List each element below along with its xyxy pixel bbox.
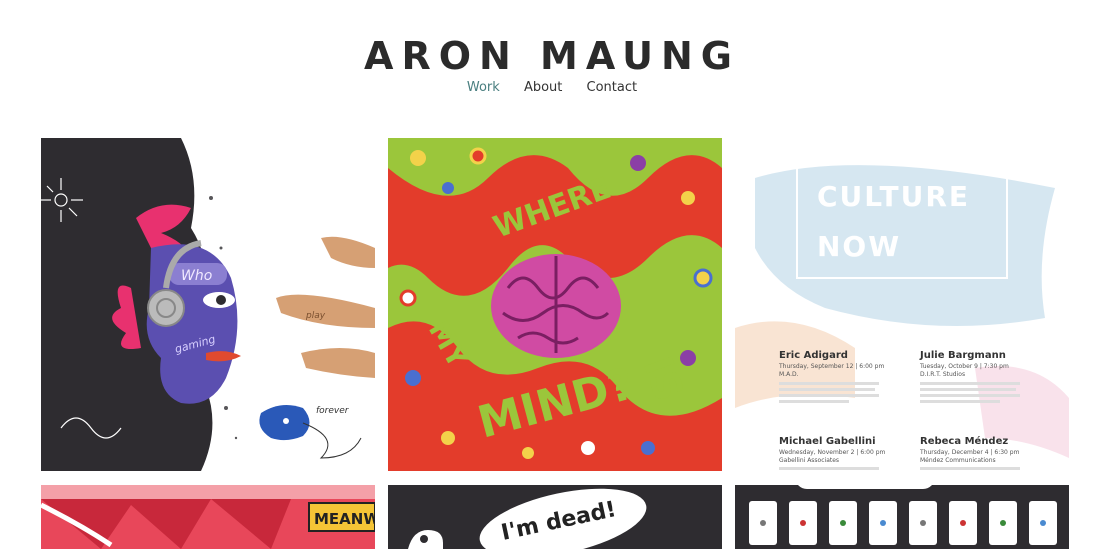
culture-text: CULTURE: [817, 180, 970, 213]
event-time: Thursday, December 4 | 6:30 pm: [919, 449, 1020, 456]
nav-about[interactable]: About: [524, 80, 562, 95]
event-time: Wednesday, November 2 | 6:00 pm: [779, 449, 886, 456]
event-name: Julie Bargmann: [919, 350, 1006, 361]
portfolio-tile-gaming[interactable]: Who gaming play forever: [41, 138, 375, 471]
portfolio-tile-design-culture-now[interactable]: DESIGN CULTURE NOW Eric Adigard Thursday…: [735, 138, 1069, 471]
nav-work[interactable]: Work: [467, 80, 500, 95]
play-text: play: [305, 311, 326, 321]
now-text: NOW: [817, 230, 901, 263]
event-name: Michael Gabellini: [779, 436, 876, 447]
design-text: DESIGN: [817, 138, 948, 163]
portfolio-tile-cards[interactable]: [735, 485, 1069, 549]
portfolio-tile-comic[interactable]: MEANW: [41, 485, 375, 549]
event-name: Rebeca Méndez: [920, 435, 1008, 447]
nav-contact[interactable]: Contact: [587, 80, 638, 95]
event-org: Gabellini Associates: [779, 457, 839, 464]
mind-poster: WHERE IS MY MIND?: [388, 138, 722, 471]
main-nav: Work About Contact: [0, 80, 1104, 95]
meanwhile-text: MEANW: [314, 510, 375, 528]
portfolio-tile-where-is-my-mind[interactable]: WHERE IS MY MIND?: [388, 138, 722, 471]
comic-illustration: MEANW: [41, 485, 375, 549]
event-time: Thursday, September 12 | 6:00 pm: [778, 363, 884, 370]
im-dead-illustration: I'm dead!: [388, 485, 722, 549]
event-org: Méndez Communications: [920, 457, 996, 464]
event-name: Eric Adigard: [779, 350, 848, 361]
portfolio-tile-im-dead[interactable]: I'm dead!: [388, 485, 722, 549]
cards-illustration: [735, 485, 1069, 549]
event-time: Tuesday, October 9 | 7:30 pm: [919, 363, 1009, 370]
site-title[interactable]: ARON MAUNG: [0, 34, 1104, 78]
design-culture-poster: DESIGN CULTURE NOW Eric Adigard Thursday…: [735, 138, 1069, 471]
event-org: D.I.R.T. Studios: [920, 371, 965, 378]
who-text: Who: [181, 268, 212, 284]
site-header: ARON MAUNG Work About Contact: [0, 0, 1104, 120]
gaming-illustration: Who gaming play forever: [41, 138, 375, 471]
forever-text: forever: [316, 406, 350, 416]
event-org: M.A.D.: [779, 371, 799, 378]
